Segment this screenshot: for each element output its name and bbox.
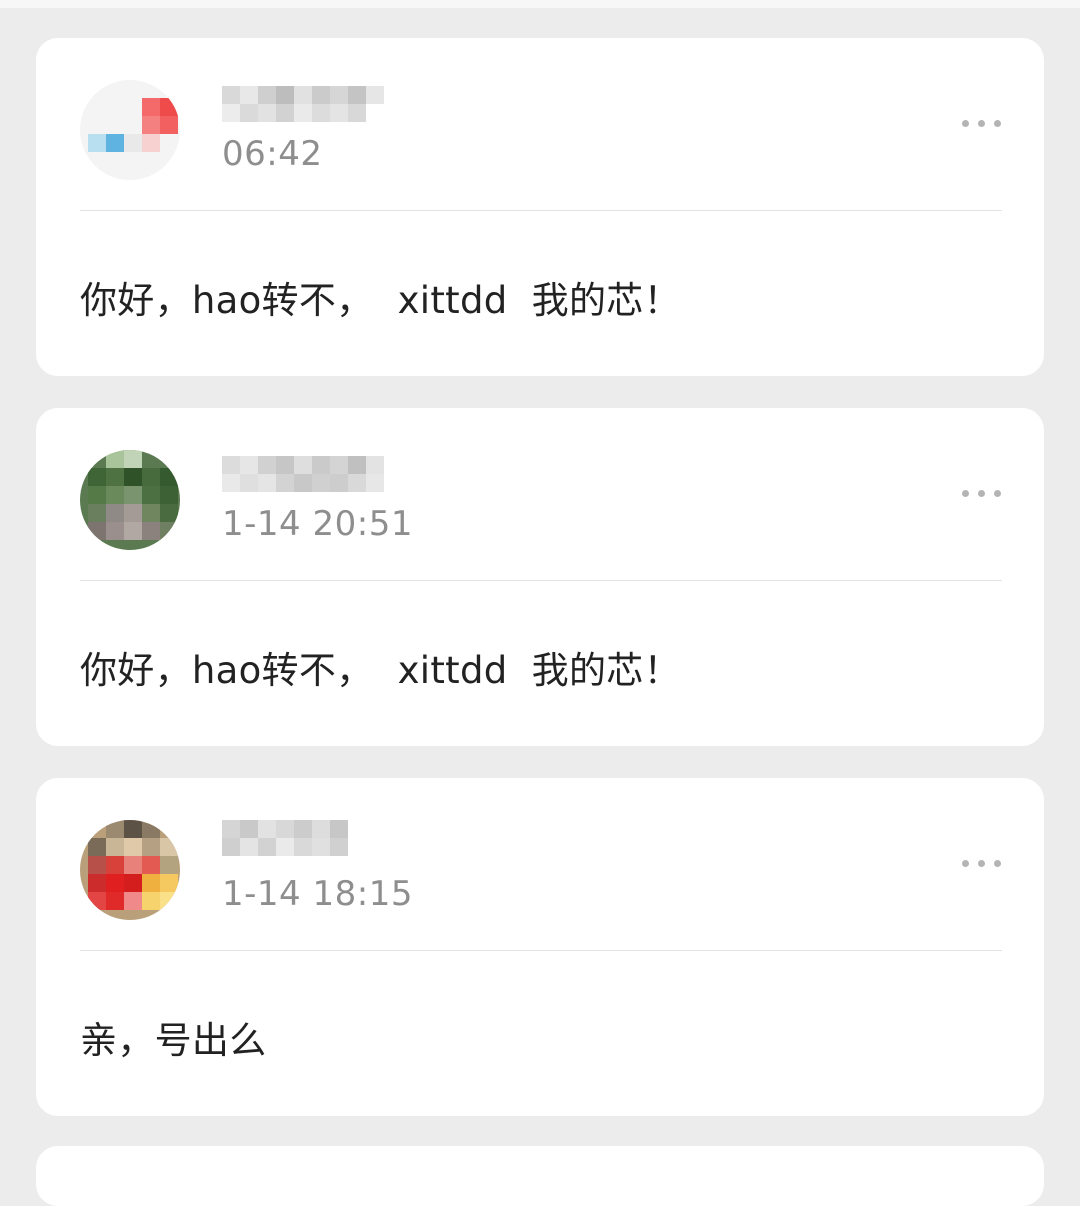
divider — [80, 210, 1002, 211]
divider — [80, 580, 1002, 581]
username-blurred — [222, 446, 398, 492]
post-card[interactable]: 06:42 你好，hao转不， xittdd 我的芯！ — [36, 38, 1044, 376]
avatar[interactable] — [80, 820, 180, 920]
divider — [80, 950, 1002, 951]
post-timestamp: 1-14 18:15 — [222, 874, 413, 914]
post-timestamp: 1-14 20:51 — [222, 504, 413, 544]
post-message: 你好，hao转不， xittdd 我的芯！ — [80, 649, 681, 692]
post-timestamp: 06:42 — [222, 134, 323, 174]
more-dots-icon[interactable] — [962, 858, 1002, 868]
avatar[interactable] — [80, 80, 180, 180]
post-card[interactable]: 1-14 20:51 你好，hao转不， xittdd 我的芯！ — [36, 408, 1044, 746]
username-blurred — [222, 76, 398, 122]
top-edge — [0, 0, 1080, 8]
post-card-partial[interactable] — [36, 1146, 1044, 1206]
post-card[interactable]: 1-14 18:15 亲，号出么 — [36, 778, 1044, 1116]
more-dots-icon[interactable] — [962, 488, 1002, 498]
username-blurred — [222, 816, 352, 862]
avatar[interactable] — [80, 450, 180, 550]
post-message: 亲，号出么 — [80, 1019, 267, 1062]
more-dots-icon[interactable] — [962, 118, 1002, 128]
post-message: 你好，hao转不， xittdd 我的芯！ — [80, 279, 681, 322]
